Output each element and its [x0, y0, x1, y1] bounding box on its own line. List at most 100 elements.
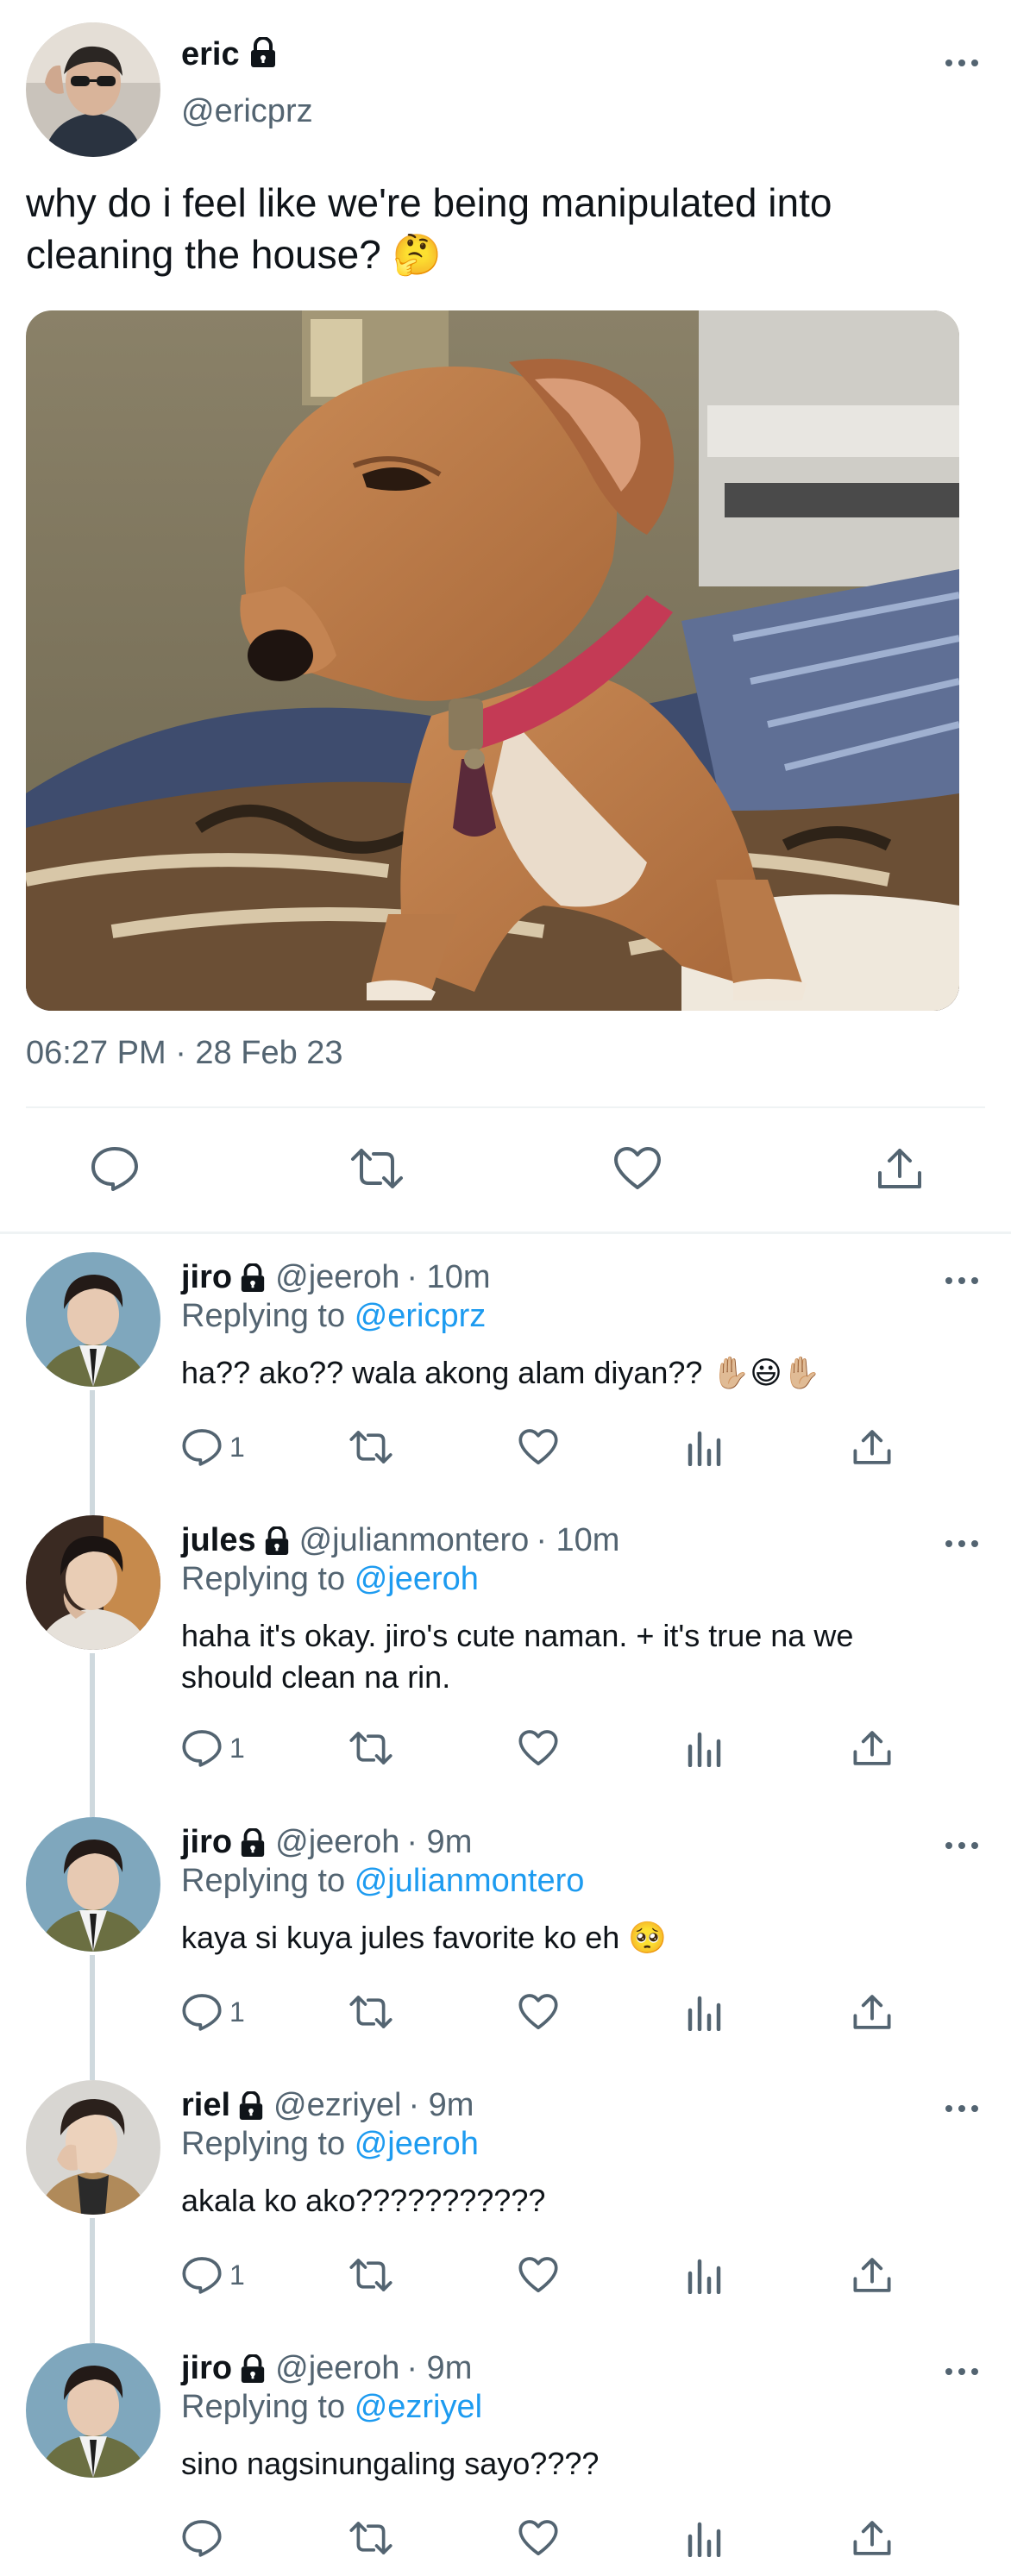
- like-icon: [518, 1429, 558, 1465]
- mention-link[interactable]: @ezriyel: [355, 2389, 482, 2425]
- reply-actions: 1: [0, 1722, 1011, 1774]
- retweet-icon: [349, 2522, 392, 2554]
- more-options-button[interactable]: [936, 1833, 988, 1858]
- share-icon: [853, 1995, 891, 2029]
- retweet-button[interactable]: [347, 1138, 407, 1199]
- share-icon: [853, 1430, 891, 1464]
- reply-count: 1: [229, 1431, 245, 1463]
- retweet-button[interactable]: [349, 1722, 393, 1774]
- reply-button[interactable]: 1: [181, 1986, 245, 2038]
- avatar[interactable]: [26, 2343, 160, 2478]
- ellipsis-icon: [945, 1277, 978, 1284]
- reply-icon: [182, 2257, 222, 2294]
- avatar[interactable]: [26, 22, 160, 157]
- mention-link[interactable]: @jeeroh: [355, 2126, 479, 2162]
- share-button[interactable]: [870, 1138, 930, 1199]
- avatar[interactable]: [26, 1252, 160, 1387]
- like-button[interactable]: [518, 1722, 559, 1774]
- more-options-button[interactable]: [936, 2096, 988, 2122]
- reply-button[interactable]: [85, 1138, 145, 1199]
- reply-actions: 1: [0, 1421, 1011, 1473]
- analytics-button[interactable]: [685, 2249, 723, 2301]
- reply-time[interactable]: · 9m: [406, 1824, 472, 1861]
- user-handle[interactable]: @jeeroh: [275, 1259, 399, 1296]
- share-button[interactable]: [852, 1722, 892, 1774]
- display-name[interactable]: eric: [181, 36, 240, 73]
- display-name[interactable]: riel: [181, 2087, 230, 2124]
- reply-tweet[interactable]: jiro @jeeroh · 9m Replying to @julianmon…: [0, 1798, 1011, 2063]
- ellipsis-icon: [945, 1540, 978, 1547]
- reply-time[interactable]: · 10m: [406, 1259, 490, 1296]
- tweet-timestamp[interactable]: 06:27 PM · 28 Feb 23: [26, 1035, 343, 1072]
- reply-time[interactable]: · 10m: [536, 1522, 619, 1559]
- ellipsis-icon: [945, 1842, 978, 1849]
- user-handle[interactable]: @julianmontero: [299, 1522, 530, 1559]
- reply-tweet[interactable]: riel @ezriyel · 9m Replying to @jeeroh a…: [0, 2061, 1011, 2326]
- display-name[interactable]: jiro: [181, 2350, 232, 2387]
- retweet-button[interactable]: [349, 1421, 393, 1473]
- share-button[interactable]: [852, 2249, 892, 2301]
- thread-line: [90, 2061, 95, 2080]
- reply-icon: [91, 1147, 138, 1191]
- tweet-text: why do i feel like we're being manipulat…: [26, 180, 832, 277]
- analytics-button[interactable]: [685, 1421, 723, 1473]
- display-name[interactable]: jiro: [181, 1824, 232, 1861]
- analytics-icon: [688, 2259, 721, 2294]
- analytics-icon: [688, 1431, 721, 1466]
- reply-text: haha it's okay. jiro's cute naman. + it'…: [181, 1618, 854, 1695]
- retweet-button[interactable]: [349, 2512, 393, 2564]
- share-button[interactable]: [852, 1421, 892, 1473]
- tweet-actions: [0, 1138, 1011, 1199]
- lock-icon: [263, 1526, 291, 1556]
- reply-time[interactable]: · 9m: [408, 2087, 474, 2124]
- reply-tweet[interactable]: jiro @jeeroh · 10m Replying to @ericprz …: [0, 1233, 1011, 1498]
- display-name[interactable]: jules: [181, 1522, 256, 1559]
- user-handle[interactable]: @ericprz: [181, 93, 313, 130]
- more-options-button[interactable]: [936, 50, 988, 76]
- user-handle[interactable]: @jeeroh: [275, 2350, 399, 2387]
- share-button[interactable]: [852, 2512, 892, 2564]
- like-button[interactable]: [518, 2512, 559, 2564]
- reply-button[interactable]: 1: [181, 2249, 245, 2301]
- share-icon: [853, 1731, 891, 1765]
- user-handle[interactable]: @ezriyel: [273, 2087, 401, 2124]
- reply-button[interactable]: [181, 2512, 229, 2564]
- reply-count: 1: [229, 1996, 245, 2028]
- reply-actions: 1: [0, 2249, 1011, 2301]
- analytics-button[interactable]: [685, 1722, 723, 1774]
- avatar[interactable]: [26, 1515, 160, 1650]
- like-button[interactable]: [518, 1421, 559, 1473]
- mention-link[interactable]: @jeeroh: [355, 1561, 479, 1597]
- more-options-button[interactable]: [936, 1268, 988, 1294]
- main-tweet: eric @ericprz why do i feel like we're b…: [0, 0, 1011, 1235]
- like-button[interactable]: [518, 2249, 559, 2301]
- mention-link[interactable]: @julianmontero: [355, 1863, 585, 1899]
- like-button[interactable]: [607, 1138, 668, 1199]
- ellipsis-icon: [945, 60, 978, 66]
- reply-button[interactable]: 1: [181, 1421, 245, 1473]
- reply-tweet[interactable]: jiro @jeeroh · 9m Replying to @ezriyel s…: [0, 2324, 1011, 2576]
- like-button[interactable]: [518, 1986, 559, 2038]
- more-options-button[interactable]: [936, 2359, 988, 2385]
- display-name[interactable]: jiro: [181, 1259, 232, 1296]
- reply-tweet[interactable]: jules @julianmontero · 10m Replying to @…: [0, 1496, 1011, 1800]
- thread-line: [90, 1798, 95, 1817]
- tweet-photo[interactable]: [26, 310, 959, 1011]
- ellipsis-icon: [945, 2368, 978, 2375]
- more-options-button[interactable]: [936, 1531, 988, 1557]
- lock-icon: [239, 1827, 267, 1858]
- avatar[interactable]: [26, 2080, 160, 2215]
- replying-to: Replying to @ericprz: [181, 1298, 486, 1335]
- lock-icon: [248, 36, 278, 72]
- analytics-button[interactable]: [685, 1986, 723, 2038]
- mention-link[interactable]: @ericprz: [355, 1298, 487, 1334]
- reply-button[interactable]: 1: [181, 1722, 245, 1774]
- user-handle[interactable]: @jeeroh: [275, 1824, 399, 1861]
- analytics-button[interactable]: [685, 2512, 723, 2564]
- retweet-button[interactable]: [349, 2249, 393, 2301]
- retweet-button[interactable]: [349, 1986, 393, 2038]
- share-button[interactable]: [852, 1986, 892, 2038]
- avatar[interactable]: [26, 1817, 160, 1952]
- reply-time[interactable]: · 9m: [406, 2350, 472, 2387]
- replying-to-label: Replying to: [181, 1298, 346, 1334]
